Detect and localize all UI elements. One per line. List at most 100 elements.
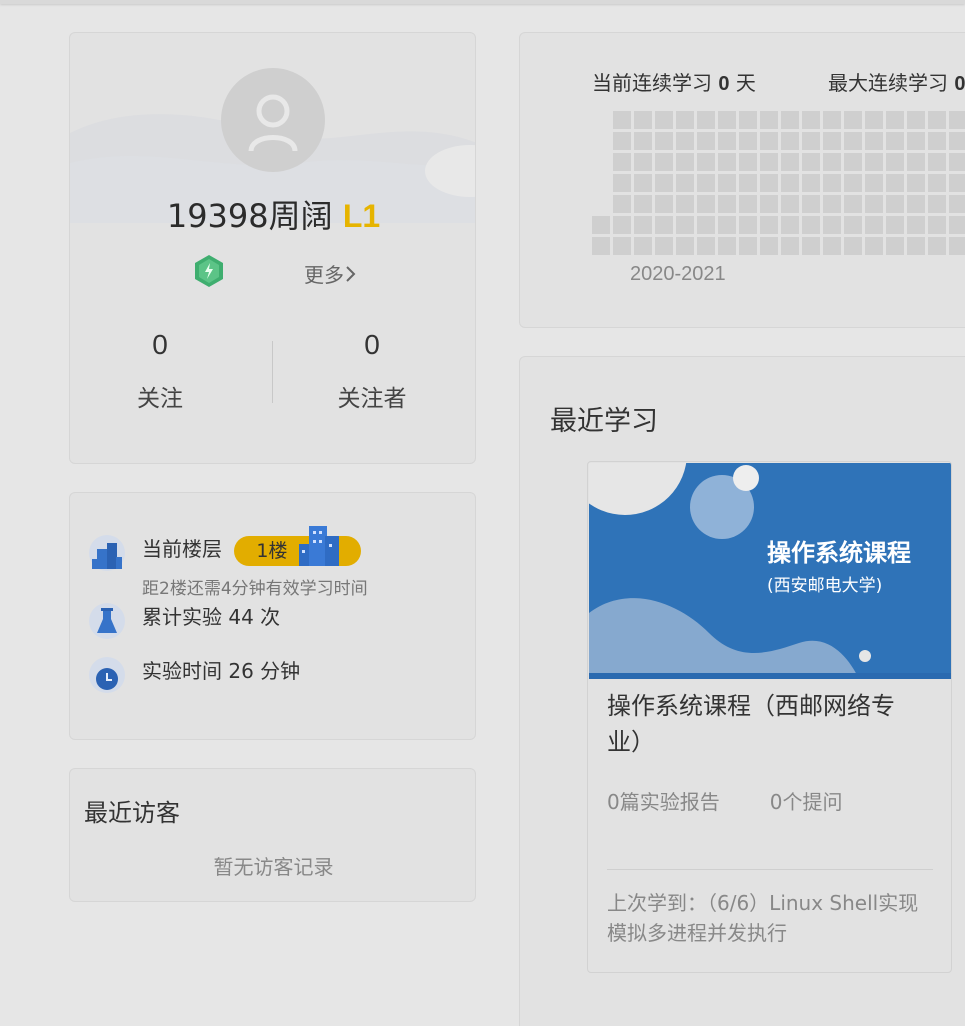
heatmap-cell [718,132,736,150]
heatmap-cell [634,195,652,213]
current-floor-label: 当前楼层 [142,537,222,561]
current-streak-unit: 天 [735,71,756,95]
heatmap-cell [907,111,925,129]
cover-subtitle: (西安邮电大学) [767,576,882,596]
heatmap-cell [634,237,652,255]
current-streak: 当前连续学习 0 天 [592,67,756,96]
heatmap-cell [760,111,778,129]
username: 19398周阔 L1 [70,191,475,237]
course-card[interactable]: 操作系统课程 (西安邮电大学) 操作系统课程（西邮网络专业） 0篇实验报告 0个… [587,461,952,973]
course-stats: 0篇实验报告 0个提问 [607,786,842,815]
heatmap-cell [949,174,965,192]
heatmap-cell [802,195,820,213]
medal-icon[interactable] [193,254,225,288]
heatmap-cell [865,195,883,213]
heatmap-cell [865,153,883,171]
building-icon [89,535,125,571]
heatmap-cell [655,237,673,255]
heatmap-cell [823,174,841,192]
heatmap-cell [760,174,778,192]
user-icon [248,94,298,152]
recent-title: 最近学习 [550,406,658,437]
avatar[interactable] [221,68,325,172]
experiments-text: 累计实验 44 次 [142,605,281,629]
heatmap-cell [823,237,841,255]
heatmap-year: 2020-2021 [630,263,726,285]
heatmap-cell [802,153,820,171]
course-cover[interactable]: 操作系统课程 (西安邮电大学) [589,463,951,679]
heatmap-cell [928,132,946,150]
heatmap-cell [886,153,904,171]
heatmap-cell [907,195,925,213]
heatmap-cell [718,195,736,213]
heatmap-cell [907,174,925,192]
heatmap-cell [655,174,673,192]
heatmap-cell [928,174,946,192]
more-link[interactable]: 更多 [304,259,356,288]
more-label: 更多 [304,265,344,287]
visitors-empty: 暂无访客记录 [213,855,334,879]
heatmap-cell [697,111,715,129]
heatmap-cell [760,132,778,150]
heatmap-cell [802,111,820,129]
heatmap-cell [928,216,946,234]
heatmap-cell [760,216,778,234]
heatmap-cell [844,216,862,234]
heatmap-cell [613,132,631,150]
heatmap-cell [718,237,736,255]
following-stat[interactable]: 0 关注 [90,329,230,413]
course-name[interactable]: 操作系统课程（西邮网络专业） [607,688,927,760]
heatmap-cell [844,195,862,213]
visitors-card: 最近访客 暂无访客记录 [69,768,476,902]
heatmap-cell [634,132,652,150]
course-questions: 0个提问 [769,790,843,814]
heatmap-cell [697,237,715,255]
course-reports: 0篇实验报告 [607,790,720,814]
heatmap-cell [697,153,715,171]
heatmap-cell [781,195,799,213]
current-floor-value: 1楼 [256,539,288,562]
heatmap-cell [949,216,965,234]
heatmap-cell [844,174,862,192]
heatmap-cell [844,132,862,150]
course-divider [607,869,933,870]
heatmap-cell [739,195,757,213]
floor-pill: 1楼 [234,525,362,566]
heatmap-cell [949,237,965,255]
chevron-right-icon [346,265,356,282]
current-streak-value: 0 [718,73,730,95]
heatmap-cell [613,195,631,213]
heatmap-cell [949,111,965,129]
heatmap-cell [865,216,883,234]
heatmap-cell [928,195,946,213]
heatmap-cell [949,195,965,213]
flask-icon [89,603,125,639]
heatmap-cell [907,132,925,150]
heatmap-cell [886,195,904,213]
heatmap-cell [907,216,925,234]
heatmap-cell [697,195,715,213]
heatmap-cell [865,174,883,192]
heatmap-cell [823,111,841,129]
heatmap-cell [781,111,799,129]
following-label: 关注 [137,386,183,412]
heatmap-cell [634,216,652,234]
heatmap-cell [739,132,757,150]
heatmap-cell [592,237,610,255]
heatmap-cell [634,174,652,192]
heatmap-cell [718,111,736,129]
followers-stat[interactable]: 0 关注者 [302,329,442,413]
heatmap-cell [676,195,694,213]
heatmap-cell [844,237,862,255]
heatmap-cell [613,153,631,171]
heatmap-cell [739,153,757,171]
heatmap-cell [823,216,841,234]
heatmap-cell [802,237,820,255]
heatmap-cell [697,132,715,150]
visitors-title: 最近访客 [84,799,180,827]
heatmap-cell [718,216,736,234]
stat-divider [272,341,273,403]
heatmap-cell [844,111,862,129]
heatmap-cell [613,216,631,234]
heatmap-cell [781,153,799,171]
